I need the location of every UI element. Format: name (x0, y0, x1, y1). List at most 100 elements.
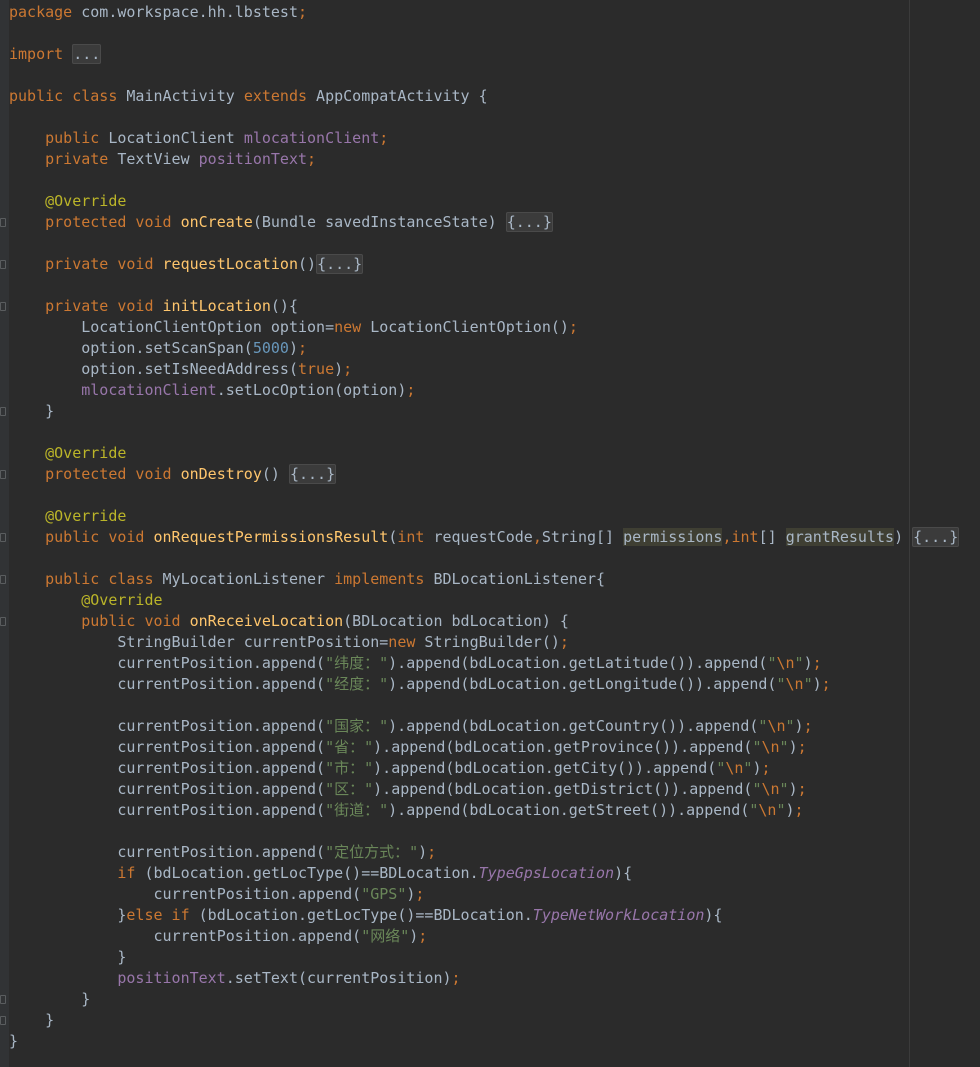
code-line[interactable]: }else if (bdLocation.getLocType()==BDLoc… (9, 905, 980, 926)
code-line[interactable]: currentPosition.append("区：").append(bdLo… (9, 779, 980, 800)
code-token: "纬度：" (325, 654, 389, 672)
code-token: BDLocationListener{ (424, 570, 606, 588)
code-line[interactable]: currentPosition.append("定位方式："); (9, 842, 980, 863)
fold-marker-icon[interactable] (0, 302, 6, 311)
code-line[interactable]: currentPosition.append("省：").append(bdLo… (9, 737, 980, 758)
code-line[interactable]: currentPosition.append("街道：").append(bdL… (9, 800, 980, 821)
code-token: ) (288, 339, 298, 357)
code-token: public void (45, 528, 145, 546)
code-token: else if (126, 906, 190, 924)
code-token: onCreate (180, 213, 253, 231)
code-token: ; (797, 780, 807, 798)
code-line[interactable] (9, 107, 980, 128)
code-line[interactable]: mlocationClient.setLocOption(option); (9, 380, 980, 401)
code-line[interactable]: public void onRequestPermissionsResult(i… (0, 527, 980, 548)
code-line[interactable]: currentPosition.append("网络"); (9, 926, 980, 947)
code-token: currentPosition.append( (9, 927, 362, 945)
code-line[interactable]: } (9, 1031, 980, 1052)
code-line[interactable]: currentPosition.append("市：").append(bdLo… (9, 758, 980, 779)
code-editor[interactable]: package com.workspace.hh.lbstest; import … (0, 0, 980, 1067)
code-line[interactable] (9, 821, 980, 842)
fold-marker-icon[interactable] (0, 218, 6, 227)
code-line[interactable]: private TextView positionText; (9, 149, 980, 170)
code-line[interactable]: } (0, 1010, 980, 1031)
folded-region[interactable]: {...} (316, 254, 364, 274)
folded-region[interactable]: ... (72, 44, 102, 64)
folded-region[interactable]: {...} (288, 464, 337, 484)
code-token: TextView (108, 150, 199, 168)
fold-marker-icon[interactable] (0, 407, 6, 416)
fold-marker-icon[interactable] (0, 575, 6, 584)
code-line[interactable] (9, 548, 980, 569)
code-token: " (779, 738, 789, 756)
code-line[interactable]: currentPosition.append("国家：").append(bdL… (9, 716, 980, 737)
code-line[interactable]: private void initLocation(){ (0, 296, 980, 317)
code-line[interactable]: package com.workspace.hh.lbstest; (9, 2, 980, 23)
code-line[interactable]: @Override (9, 191, 980, 212)
code-area[interactable]: package com.workspace.hh.lbstest; import … (0, 2, 980, 1052)
code-token: true (297, 360, 335, 378)
code-line[interactable]: public LocationClient mlocationClient; (9, 128, 980, 149)
code-line[interactable]: @Override (9, 590, 980, 611)
fold-marker-icon[interactable] (0, 1016, 6, 1025)
code-token: ) (334, 360, 344, 378)
code-token: protected void (45, 213, 172, 231)
code-token: (BDLocation bdLocation) { (343, 612, 569, 630)
fold-marker-icon[interactable] (0, 995, 6, 1004)
code-line[interactable]: import ... (9, 44, 980, 65)
code-line[interactable]: option.setIsNeedAddress(true); (9, 359, 980, 380)
code-line[interactable] (9, 233, 980, 254)
fold-marker-icon[interactable] (0, 617, 6, 626)
code-line[interactable] (9, 170, 980, 191)
code-line[interactable]: currentPosition.append("经度：").append(bdL… (9, 674, 980, 695)
code-line[interactable] (9, 695, 980, 716)
code-line[interactable]: protected void onDestroy() {...} (0, 464, 980, 485)
code-line[interactable] (9, 23, 980, 44)
code-line[interactable]: @Override (9, 506, 980, 527)
code-line[interactable]: } (0, 401, 980, 422)
code-line[interactable]: positionText.setText(currentPosition); (9, 968, 980, 989)
code-line[interactable]: } (0, 989, 980, 1010)
code-line[interactable] (9, 422, 980, 443)
code-token: mlocationClient (243, 129, 380, 147)
code-token: LocationClientOption() (361, 318, 569, 336)
folded-region[interactable]: {...} (505, 212, 553, 232)
code-token: new (388, 633, 416, 651)
code-line[interactable]: public class MyLocationListener implemen… (0, 569, 980, 590)
fold-marker-icon[interactable] (0, 260, 6, 269)
folded-region[interactable]: {...} (912, 527, 960, 547)
code-token: @Override (81, 591, 163, 609)
code-token: ; (298, 3, 308, 21)
code-line[interactable]: } (9, 947, 980, 968)
code-token: ) (788, 780, 798, 798)
code-line[interactable]: if (bdLocation.getLocType()==BDLocation.… (9, 863, 980, 884)
code-line[interactable] (9, 65, 980, 86)
code-line[interactable]: private void requestLocation(){...} (0, 254, 980, 275)
code-line[interactable]: option.setScanSpan(5000); (9, 338, 980, 359)
code-token: StringBuilder currentPosition= (9, 633, 389, 651)
code-token: permissions (623, 528, 723, 546)
code-token: (){ (270, 297, 298, 315)
code-line[interactable]: LocationClientOption option=new Location… (9, 317, 980, 338)
code-line[interactable]: public void onReceiveLocation(BDLocation… (0, 611, 980, 632)
code-token: if (117, 864, 136, 882)
code-token: \n (725, 759, 744, 777)
fold-marker-icon[interactable] (0, 470, 6, 479)
code-line[interactable]: protected void onCreate(Bundle savedInst… (0, 212, 980, 233)
code-line[interactable]: currentPosition.append("GPS"); (9, 884, 980, 905)
code-token: StringBuilder() (415, 633, 560, 651)
code-token: mlocationClient (81, 381, 217, 399)
code-line[interactable]: @Override (9, 443, 980, 464)
code-line[interactable] (9, 275, 980, 296)
code-token: @Override (45, 444, 127, 462)
code-line[interactable]: public class MainActivity extends AppCom… (9, 86, 980, 107)
code-line[interactable] (9, 485, 980, 506)
code-line[interactable]: StringBuilder currentPosition=new String… (9, 632, 980, 653)
code-line[interactable]: currentPosition.append("纬度：").append(bdL… (9, 653, 980, 674)
fold-marker-icon[interactable] (0, 533, 6, 542)
code-token: } (9, 1032, 19, 1050)
